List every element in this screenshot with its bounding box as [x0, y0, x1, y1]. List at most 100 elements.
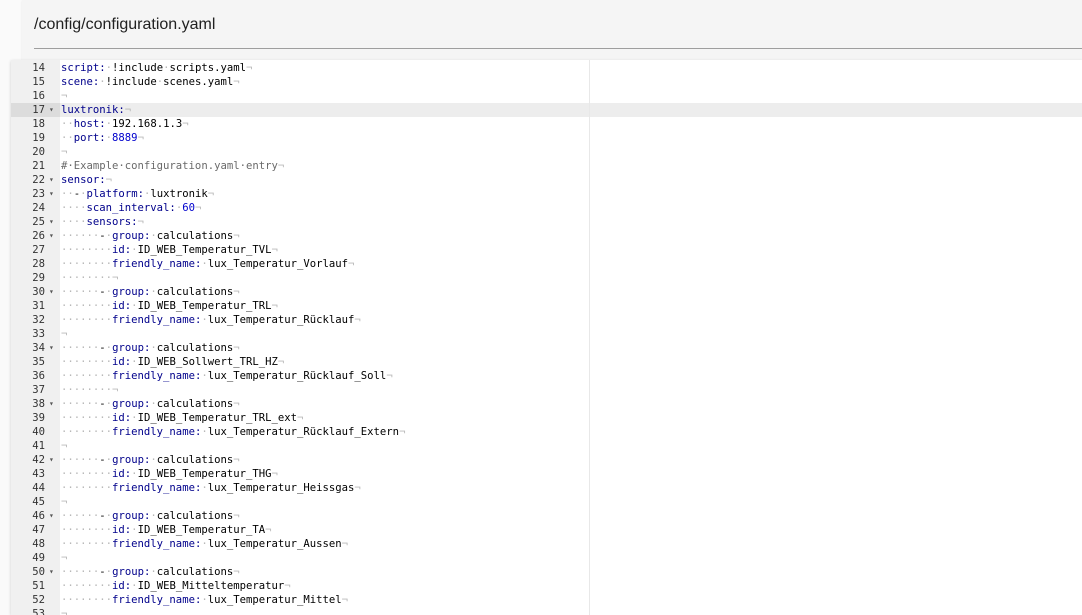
code-line[interactable]: 51 ········id:·ID_WEB_Mitteltemperatur¬: [11, 579, 1082, 593]
code-line[interactable]: 31 ········id:·ID_WEB_Temperatur_TRL¬: [11, 299, 1082, 313]
code-text[interactable]: ······-·group:·calculations¬: [61, 341, 240, 355]
code-text[interactable]: ¬: [61, 495, 67, 509]
code-text[interactable]: ········friendly_name:·lux_Temperatur_Rü…: [61, 313, 361, 327]
code-line[interactable]: 32 ········friendly_name:·lux_Temperatur_…: [11, 313, 1082, 327]
code-line[interactable]: 36 ········friendly_name:·lux_Temperatur_…: [11, 369, 1082, 383]
code-line[interactable]: 18 ··host:·192.168.1.3¬: [11, 117, 1082, 131]
token-ws: ¬: [341, 594, 349, 606]
code-text[interactable]: ··host:·192.168.1.3¬: [61, 117, 189, 131]
code-text[interactable]: ········id:·ID_WEB_Temperatur_TVL¬: [61, 243, 278, 257]
code-text[interactable]: ········id:·ID_WEB_Temperatur_THG¬: [61, 467, 278, 481]
code-text[interactable]: ¬: [61, 145, 67, 159]
code-text[interactable]: ······-·group:·calculations¬: [61, 565, 240, 579]
code-text[interactable]: ········id:·ID_WEB_Temperatur_TA¬: [61, 523, 272, 537]
code-text[interactable]: ········friendly_name:·lux_Temperatur_Mi…: [61, 593, 348, 607]
code-line[interactable]: 28 ········friendly_name:·lux_Temperatur_…: [11, 257, 1082, 271]
token-key: id:: [112, 468, 132, 480]
fold-arrow-icon[interactable]: ▾: [49, 187, 54, 201]
fold-arrow-icon[interactable]: ▾: [49, 397, 54, 411]
code-editor[interactable]: 14 script:·!include·scripts.yaml¬ 15 scene:…: [11, 60, 1082, 615]
token-txt: lux_Temperatur_Rücklauf_Soll: [207, 370, 387, 382]
line-number: 42: [32, 454, 45, 466]
code-line[interactable]: 23 ▾ ··-·platform:·luxtronik¬: [11, 187, 1082, 201]
code-text[interactable]: ······-·group:·calculations¬: [61, 509, 240, 523]
code-text[interactable]: ····scan_interval:·60¬: [61, 201, 201, 215]
code-line[interactable]: 17 ▾ luxtronik:¬: [11, 103, 1082, 117]
code-text[interactable]: ······-·group:·calculations¬: [61, 453, 240, 467]
code-text[interactable]: ¬: [61, 327, 67, 341]
code-line[interactable]: 19 ··port:·8889¬: [11, 131, 1082, 145]
line-number: 29: [32, 272, 45, 284]
fold-arrow-icon[interactable]: ▾: [49, 173, 54, 187]
code-text[interactable]: ¬: [61, 607, 67, 615]
code-text[interactable]: ········¬: [61, 271, 118, 285]
code-text[interactable]: ······-·group:·calculations¬: [61, 229, 240, 243]
code-line[interactable]: 35 ········id:·ID_WEB_Sollwert_TRL_HZ¬: [11, 355, 1082, 369]
code-line[interactable]: 34 ▾ ······-·group:·calculations¬: [11, 341, 1082, 355]
code-line[interactable]: 45 ¬: [11, 495, 1082, 509]
code-text[interactable]: ········friendly_name:·lux_Temperatur_Au…: [61, 537, 348, 551]
code-text[interactable]: ········¬: [61, 383, 118, 397]
code-text[interactable]: ········friendly_name:·lux_Temperatur_Rü…: [61, 369, 393, 383]
code-line[interactable]: 15 scene:·!include·scenes.yaml¬: [11, 75, 1082, 89]
code-text[interactable]: ··port:·8889¬: [61, 131, 144, 145]
code-line[interactable]: 22 ▾ sensor:¬: [11, 173, 1082, 187]
fold-arrow-icon[interactable]: ▾: [49, 215, 54, 229]
code-line[interactable]: 50 ▾ ······-·group:·calculations¬: [11, 565, 1082, 579]
code-line[interactable]: 41 ¬: [11, 439, 1082, 453]
fold-arrow-icon[interactable]: ▾: [49, 285, 54, 299]
code-text[interactable]: ········id:·ID_WEB_Temperatur_TRL_ext¬: [61, 411, 303, 425]
code-line[interactable]: 38 ▾ ······-·group:·calculations¬: [11, 397, 1082, 411]
code-line[interactable]: 47 ········id:·ID_WEB_Temperatur_TA¬: [11, 523, 1082, 537]
code-text[interactable]: ¬: [61, 89, 67, 103]
code-text[interactable]: ········friendly_name:·lux_Temperatur_Vo…: [61, 257, 354, 271]
code-line[interactable]: 52 ········friendly_name:·lux_Temperatur_…: [11, 593, 1082, 607]
code-line[interactable]: 26 ▾ ······-·group:·calculations¬: [11, 229, 1082, 243]
code-line[interactable]: 49 ¬: [11, 551, 1082, 565]
code-line[interactable]: 27 ········id:·ID_WEB_Temperatur_TVL¬: [11, 243, 1082, 257]
code-text[interactable]: ¬: [61, 439, 67, 453]
code-text[interactable]: ······-·group:·calculations¬: [61, 397, 240, 411]
code-text[interactable]: ········id:·ID_WEB_Mitteltemperatur¬: [61, 579, 291, 593]
code-line[interactable]: 42 ▾ ······-·group:·calculations¬: [11, 453, 1082, 467]
code-line[interactable]: 20 ¬: [11, 145, 1082, 159]
code-line[interactable]: 39 ········id:·ID_WEB_Temperatur_TRL_ext¬: [11, 411, 1082, 425]
code-text[interactable]: ····sensors:¬: [61, 215, 144, 229]
code-line[interactable]: 25 ▾ ····sensors:¬: [11, 215, 1082, 229]
code-line[interactable]: 53 ¬: [11, 607, 1082, 615]
code-text[interactable]: ········id:·ID_WEB_Sollwert_TRL_HZ¬: [61, 355, 284, 369]
code-text[interactable]: ··-·platform:·luxtronik¬: [61, 187, 214, 201]
code-line[interactable]: 40 ········friendly_name:·lux_Temperatur_…: [11, 425, 1082, 439]
fold-arrow-icon[interactable]: ▾: [49, 565, 54, 579]
code-text[interactable]: ······-·group:·calculations¬: [61, 285, 240, 299]
code-line[interactable]: 14 script:·!include·scripts.yaml¬: [11, 61, 1082, 75]
code-line[interactable]: 16 ¬: [11, 89, 1082, 103]
code-line[interactable]: 29 ········¬: [11, 271, 1082, 285]
code-text[interactable]: script:·!include·scripts.yaml¬: [61, 61, 252, 75]
code-line[interactable]: 44 ········friendly_name:·lux_Temperatur_…: [11, 481, 1082, 495]
code-line[interactable]: 46 ▾ ······-·group:·calculations¬: [11, 509, 1082, 523]
code-text[interactable]: #·Example·configuration.yaml·entry¬: [61, 159, 284, 173]
code-line[interactable]: 33 ¬: [11, 327, 1082, 341]
fold-arrow-icon[interactable]: ▾: [49, 453, 54, 467]
token-ws: ¬: [341, 538, 349, 550]
code-text[interactable]: ¬: [61, 551, 67, 565]
code-text[interactable]: ········friendly_name:·lux_Temperatur_He…: [61, 481, 361, 495]
token-ws: ········¬: [61, 272, 119, 284]
code-line[interactable]: 37 ········¬: [11, 383, 1082, 397]
fold-arrow-icon[interactable]: ▾: [49, 341, 54, 355]
fold-arrow-icon[interactable]: ▾: [49, 229, 54, 243]
code-line[interactable]: 30 ▾ ······-·group:·calculations¬: [11, 285, 1082, 299]
code-line[interactable]: 21 #·Example·configuration.yaml·entry¬: [11, 159, 1082, 173]
fold-arrow-icon[interactable]: ▾: [49, 103, 54, 117]
code-line[interactable]: 24 ····scan_interval:·60¬: [11, 201, 1082, 215]
code-line[interactable]: 48 ········friendly_name:·lux_Temperatur_…: [11, 537, 1082, 551]
fold-arrow-icon[interactable]: ▾: [49, 509, 54, 523]
code-text[interactable]: scene:·!include·scenes.yaml¬: [61, 75, 240, 89]
code-line[interactable]: 43 ········id:·ID_WEB_Temperatur_THG¬: [11, 467, 1082, 481]
line-number: 14: [32, 62, 45, 74]
code-text[interactable]: luxtronik:¬: [61, 103, 131, 117]
code-text[interactable]: sensor:¬: [61, 173, 112, 187]
code-text[interactable]: ········id:·ID_WEB_Temperatur_TRL¬: [61, 299, 278, 313]
code-text[interactable]: ········friendly_name:·lux_Temperatur_Rü…: [61, 425, 405, 439]
